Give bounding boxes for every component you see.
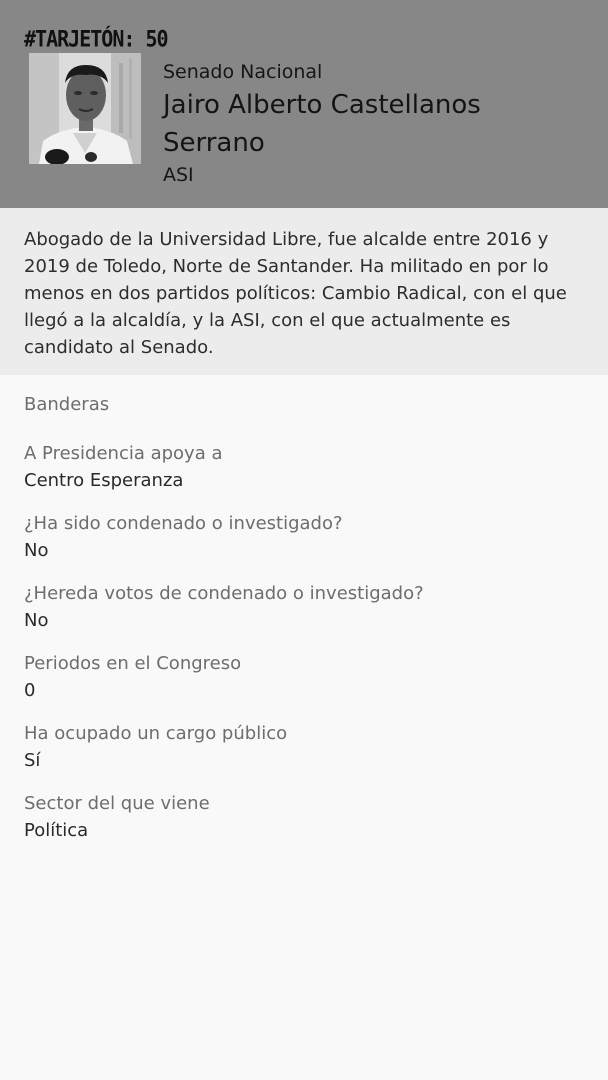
- field-value: Centro Esperanza: [24, 470, 184, 491]
- field-label: Ha ocupado un cargo público: [24, 723, 288, 744]
- flag-presidency-support: A Presidencia apoya a Centro Esperanza: [24, 440, 584, 494]
- field-value: No: [24, 540, 49, 561]
- field-value: 0: [24, 680, 36, 701]
- candidate-photo: [29, 53, 141, 164]
- flag-sector: Sector del que viene Política: [24, 790, 584, 844]
- candidate-header: #TARJETÓN: 50 Senado Nacional Jairo Albe…: [0, 0, 608, 208]
- field-label: ¿Ha sido condenado o investigado?: [24, 513, 343, 534]
- candidate-name: Jairo Alberto Castellanos Serrano: [163, 90, 481, 158]
- flags-title: Banderas: [24, 394, 110, 415]
- party-label: ASI: [163, 164, 194, 186]
- field-label: ¿Hereda votos de condenado o investigado…: [24, 583, 424, 604]
- chamber-label: Senado Nacional: [163, 61, 323, 83]
- field-value: No: [24, 610, 49, 631]
- field-label: Periodos en el Congreso: [24, 653, 242, 674]
- flags-section: Banderas A Presidencia apoya a Centro Es…: [0, 375, 608, 844]
- candidate-bio: Abogado de la Universidad Libre, fue alc…: [0, 208, 608, 375]
- flag-congress-terms: Periodos en el Congreso 0: [24, 650, 584, 704]
- field-value: Sí: [24, 750, 41, 771]
- ballot-tag: #TARJETÓN: 50: [24, 25, 169, 53]
- flag-convicted: ¿Ha sido condenado o investigado? No: [24, 510, 584, 564]
- flag-inherited-votes: ¿Hereda votos de condenado o investigado…: [24, 580, 584, 634]
- field-label: Sector del que viene: [24, 793, 210, 814]
- field-value: Política: [24, 820, 89, 841]
- portrait-image: [29, 53, 141, 164]
- field-label: A Presidencia apoya a: [24, 443, 223, 464]
- flag-public-office: Ha ocupado un cargo público Sí: [24, 720, 584, 774]
